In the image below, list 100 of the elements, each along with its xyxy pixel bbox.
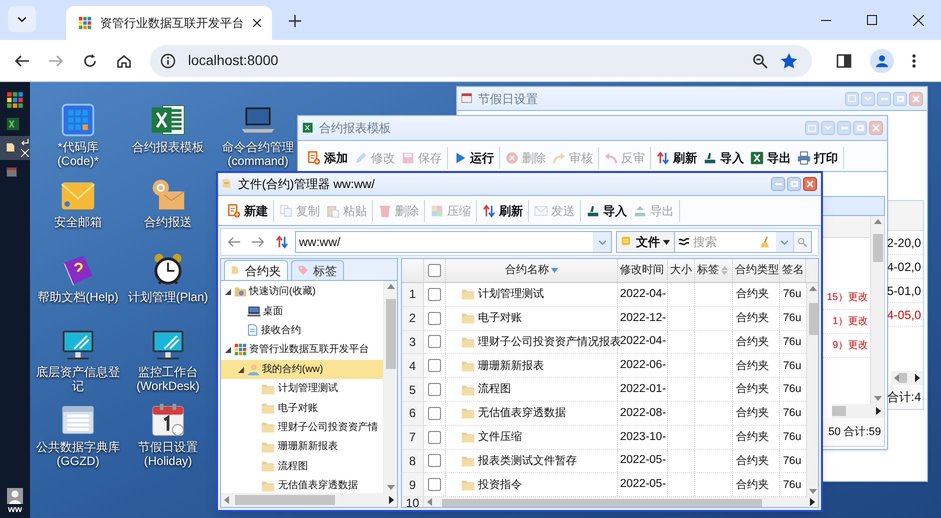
table-row[interactable]: 文件压缩 2023-10- 合约夹 76u — [424, 426, 806, 450]
panel-tab[interactable]: 标签 — [291, 260, 344, 280]
tree-item[interactable]: 电子对账 — [221, 398, 383, 418]
toolbar-button[interactable]: 导入 — [583, 200, 630, 222]
home-icon[interactable] — [116, 52, 132, 68]
profile-avatar[interactable] — [870, 48, 894, 72]
desktop-icon-label[interactable]: *代码库 (Code)* — [57, 140, 99, 168]
search-input[interactable]: 搜索 — [690, 233, 759, 251]
table-row[interactable]: 报表类测试文件暂存 2022-05- 合约夹 76u — [424, 450, 806, 474]
checkbox[interactable] — [428, 264, 441, 277]
search-field[interactable]: 搜索 — [675, 231, 812, 253]
scrollbar-thumb[interactable] — [832, 406, 846, 416]
expanded-triangle-icon[interactable] — [224, 288, 231, 296]
tree-item[interactable]: 资管行业数据互联开发平台 — [221, 340, 383, 360]
checkbox[interactable] — [428, 359, 441, 372]
checkbox[interactable] — [428, 312, 441, 325]
address-bar[interactable]: localhost:8000 — [150, 44, 812, 76]
more-menu-icon[interactable] — [912, 52, 916, 68]
pin-icon[interactable] — [21, 139, 29, 147]
tree-item[interactable]: 快速访问(收藏) — [221, 282, 383, 302]
table-row[interactable]: 理财子公司投资资产情况报表2022-04- 合约夹 76u — [424, 330, 806, 354]
horizontal-scrollbar[interactable] — [891, 371, 923, 385]
tree-item[interactable]: 计划管理测试 — [221, 378, 383, 398]
sidebar-icon[interactable] — [836, 52, 852, 68]
checkbox[interactable] — [428, 335, 441, 348]
column-header[interactable]: 修改时间 — [620, 262, 664, 279]
checkbox[interactable] — [428, 454, 441, 468]
column-header[interactable]: 合约类型 — [735, 262, 779, 279]
reload-icon[interactable] — [82, 52, 98, 68]
expanded-triangle-icon[interactable] — [237, 366, 244, 373]
desktop-icon-label[interactable]: 底层资产信息登 记 — [36, 365, 120, 393]
toolbar-button[interactable]: 打印 — [794, 146, 841, 168]
horizontal-scrollbar[interactable] — [424, 497, 818, 507]
browser-tab[interactable]: 资管行业数据互联开发平台 — [66, 6, 272, 40]
close-icon[interactable] — [252, 18, 262, 28]
tree-item[interactable]: 桌面 — [221, 301, 383, 321]
desktop-icon-label[interactable]: 合约报送 — [144, 215, 192, 229]
zoom-icon[interactable] — [752, 52, 768, 68]
scrollbar-thumb[interactable] — [386, 299, 396, 369]
column-header[interactable]: 标签 — [697, 262, 719, 279]
desktop-icon-label[interactable]: 命令合约管理 (command) — [222, 140, 294, 168]
folder-icon — [460, 334, 476, 349]
checkbox[interactable] — [428, 406, 441, 420]
tree-item[interactable]: 珊珊新新报表 — [221, 437, 383, 457]
tree-item[interactable]: 无估值表穿透数据 — [221, 476, 383, 493]
scrollbar-thumb[interactable] — [873, 234, 883, 262]
up-down-arrows-icon[interactable] — [275, 235, 289, 249]
close-button[interactable] — [803, 177, 817, 191]
column-header[interactable]: 合约名称 — [505, 262, 549, 279]
tab-search-button[interactable] — [8, 6, 36, 32]
checkbox[interactable] — [428, 288, 441, 301]
panel-tab[interactable]: 合约夹 — [224, 260, 288, 280]
desktop-icon-label[interactable]: 安全邮箱 — [54, 215, 102, 229]
tree-item[interactable]: 理财子公司投资资产情 — [221, 418, 383, 438]
forward-arrow-icon[interactable] — [251, 235, 265, 249]
column-header[interactable]: 大小 — [670, 262, 692, 279]
tree-item[interactable]: 流程图 — [221, 456, 383, 476]
table-row[interactable]: 计划管理测试 2022-04- 合约夹 76u — [424, 283, 806, 307]
forward-arrow-icon[interactable] — [48, 52, 64, 68]
toolbar-button[interactable]: 运行 — [450, 146, 497, 168]
search-button[interactable] — [793, 232, 811, 252]
horizontal-scrollbar[interactable] — [832, 404, 884, 418]
plus-icon[interactable] — [288, 14, 302, 28]
vertical-scrollbar[interactable] — [806, 283, 818, 498]
toolbar-button[interactable]: 刷新 — [479, 200, 526, 222]
desktop-icon-label[interactable]: 节假日设置 (Holiday) — [138, 440, 198, 468]
scrollbar-thumb[interactable] — [442, 499, 762, 507]
desktop-icon-label[interactable]: 合约报表模板 — [132, 140, 204, 154]
horizontal-scrollbar[interactable] — [221, 493, 397, 507]
minimize-button[interactable] — [771, 177, 785, 191]
scrollbar-thumb[interactable] — [235, 495, 335, 505]
scrollbar-thumb[interactable] — [809, 303, 818, 335]
toolbar-button[interactable]: 新建 — [224, 200, 271, 222]
toolbar-button[interactable]: 导入 — [700, 146, 747, 168]
checkbox[interactable] — [428, 383, 441, 396]
desktop-icon-label[interactable]: 公共数据字典库 (GGZD) — [36, 440, 120, 468]
desktop-icon-label[interactable]: 监控工作台 (WorkDesk) — [136, 365, 200, 393]
column-header[interactable]: 签名 — [782, 262, 804, 279]
expanded-triangle-icon[interactable] — [224, 346, 231, 354]
back-arrow-icon[interactable] — [14, 52, 30, 68]
table-row[interactable]: 珊珊新新报表 2022-06- 合约夹 76u — [424, 354, 806, 378]
checkbox[interactable] — [428, 430, 441, 444]
table-row[interactable]: 流程图 2022-01- 合约夹 76u — [424, 378, 806, 402]
table-row[interactable]: 无估值表穿透数据 2022-08- 合约夹 76u — [424, 402, 806, 426]
tree-item[interactable]: 接收合约 — [221, 320, 383, 340]
scrollbar-thumb[interactable] — [899, 373, 907, 383]
vertical-scrollbar[interactable] — [383, 281, 397, 493]
star-icon[interactable] — [780, 52, 798, 70]
path-field[interactable]: ww:ww/ — [295, 231, 612, 253]
toolbar-button[interactable]: 添加 — [304, 146, 351, 168]
desktop-icon-label[interactable]: 计划管理(Plan) — [128, 290, 208, 304]
toolbar-button[interactable]: 刷新 — [653, 146, 700, 168]
taskbar-item[interactable] — [0, 136, 30, 160]
tree-item[interactable]: 我的合约(ww) — [221, 360, 383, 379]
checkbox[interactable] — [428, 478, 441, 492]
type-dropdown[interactable]: 文件 — [616, 231, 675, 253]
desktop-icon-label[interactable]: 帮助文档(Help) — [38, 290, 118, 304]
table-row[interactable]: 电子对账 2022-12- 合约夹 76u — [424, 306, 806, 331]
toolbar-button[interactable]: 导出 — [747, 146, 794, 168]
vertical-scrollbar[interactable] — [870, 216, 884, 404]
